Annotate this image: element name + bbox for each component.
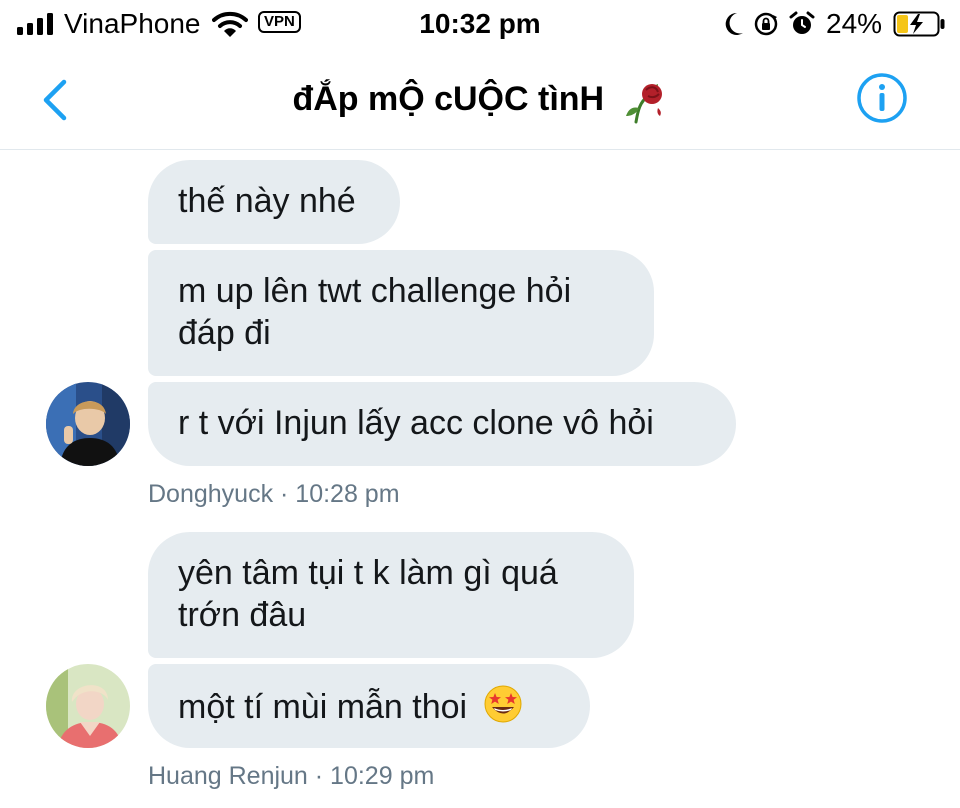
message-bubble[interactable]: yên tâm tụi t k làm gì quá trớn đâu: [148, 532, 634, 658]
message-text: thế này nhé: [178, 182, 356, 220]
battery-charging-icon: [893, 11, 945, 37]
avatar-image: [46, 664, 130, 748]
alarm-icon: [789, 11, 815, 34]
message-meta: Donghyuck · 10:28 pm: [148, 480, 400, 508]
conversation-title-text: đẮp mỘ cUỘC tìnH: [292, 79, 605, 118]
avatar-image: [46, 382, 130, 466]
message-text: r t với Injun lấy acc clone vô hỏi: [178, 404, 654, 442]
wilted-rose-icon: [625, 84, 662, 124]
avatar[interactable]: [46, 382, 130, 466]
moon-icon: [725, 12, 743, 35]
conversation-header: đẮp mỘ cUỘC tìnH: [0, 50, 960, 150]
rotation-lock-icon: [754, 12, 778, 36]
message-text-line: đáp đi: [178, 314, 271, 352]
avatar[interactable]: [46, 664, 130, 748]
message-bubble[interactable]: r t với Injun lấy acc clone vô hỏi: [148, 382, 736, 466]
message-meta: Huang Renjun · 10:29 pm: [148, 762, 435, 790]
message-text-line: m up lên twt challenge hỏi: [178, 272, 572, 310]
status-time: 10:32 pm: [419, 8, 541, 39]
message-text: một tí mùi mẫn thoi: [178, 688, 468, 726]
message-text-line: yên tâm tụi t k làm gì quá: [178, 554, 558, 592]
conversation-title: đẮp mỘ cUỘC tìnH: [0, 78, 960, 124]
message-bubble[interactable]: m up lên twt challenge hỏi đáp đi: [148, 250, 654, 376]
star-struck-emoji: [484, 685, 522, 723]
message-bubble[interactable]: thế này nhé: [148, 160, 400, 244]
message-text-line: trớn đâu: [178, 596, 307, 634]
message-bubble[interactable]: một tí mùi mẫn thoi: [148, 664, 590, 748]
battery-percentage: 24%: [826, 8, 883, 39]
info-icon[interactable]: [856, 72, 908, 124]
status-bar: VinaPhone VPN 10:32 pm 24%: [0, 0, 960, 50]
